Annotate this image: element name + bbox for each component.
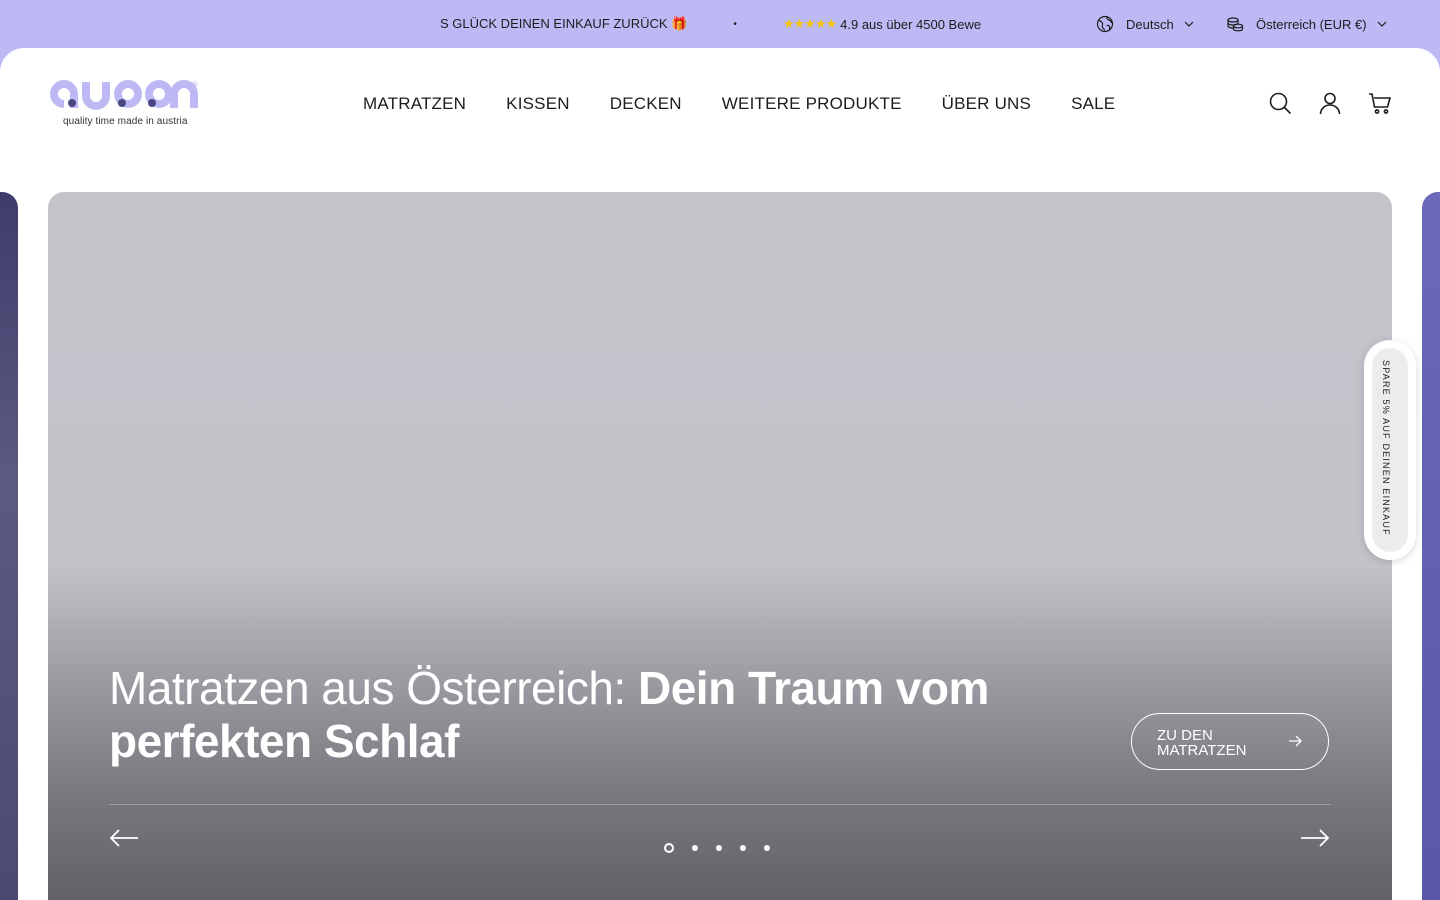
ticker-text-2: 4.9 aus über 4500 Bewe [840, 16, 982, 32]
hero-headline: Matratzen aus Österreich: Dein Traum vom… [109, 662, 1049, 768]
nav-item-sale[interactable]: SALE [1071, 94, 1115, 114]
arrow-right-icon [1289, 735, 1302, 747]
discount-side-tab[interactable]: SPARE 5% AUF DEINEN EINKAUF [1364, 340, 1416, 560]
main-panel: ® quality time made in austria MATRATZEN… [0, 48, 1440, 900]
site-header: ® quality time made in austria MATRATZEN… [0, 48, 1440, 160]
matratzen-cta-button[interactable]: ZU DEN MATRATZEN [1131, 713, 1329, 770]
ticker-separator: • [733, 18, 737, 30]
previous-slide-peek [0, 192, 18, 900]
brand-tagline: quality time made in austria [63, 116, 188, 127]
carousel-dot-4[interactable] [740, 845, 746, 851]
carousel-dot-2[interactable] [692, 845, 698, 851]
logo-wordmark-icon: ® [50, 80, 199, 110]
hero-slide: Matratzen aus Österreich: Dein Traum vom… [48, 192, 1392, 900]
next-slide-peek [1422, 192, 1440, 900]
discount-tab-inner: SPARE 5% AUF DEINEN EINKAUF [1372, 348, 1408, 552]
chevron-down-icon [1184, 21, 1194, 27]
carousel-dot-3[interactable] [716, 845, 722, 851]
nav-item-ueber-uns[interactable]: ÜBER UNS [942, 94, 1031, 114]
globe-icon [1096, 15, 1114, 33]
search-icon[interactable] [1268, 91, 1292, 115]
discount-tab-label: SPARE 5% AUF DEINEN EINKAUF [1381, 360, 1391, 536]
coins-icon [1226, 15, 1244, 33]
main-navigation: MATRATZEN KISSEN DECKEN WEITERE PRODUKTE… [363, 48, 1115, 160]
language-label: Deutsch [1126, 16, 1174, 32]
announcement-ticker: S GLÜCK DEINEN EINKAUF ZURÜCK 🎁 • ★★★★★ … [440, 0, 1000, 48]
country-selector[interactable]: Österreich (EUR €) [1226, 0, 1387, 48]
arrow-left-icon [109, 829, 138, 847]
rating-stars: ★★★★★ [782, 16, 837, 31]
carousel-prev-button[interactable] [109, 826, 139, 850]
nav-item-weitere-produkte[interactable]: WEITERE PRODUKTE [722, 94, 902, 114]
svg-text:®: ® [191, 80, 199, 89]
cart-icon[interactable] [1368, 91, 1392, 115]
carousel-pagination [664, 843, 788, 853]
ticker-text-1: S GLÜCK DEINEN EINKAUF ZURÜCK 🎁 [440, 16, 688, 31]
announcement-bar: S GLÜCK DEINEN EINKAUF ZURÜCK 🎁 • ★★★★★ … [0, 0, 1440, 48]
account-icon[interactable] [1318, 91, 1342, 115]
hero-headline-light: Matratzen aus Österreich: [109, 662, 638, 714]
chevron-down-icon [1377, 21, 1387, 27]
cta-label: ZU DEN MATRATZEN [1157, 727, 1247, 759]
nav-item-matratzen[interactable]: MATRATZEN [363, 94, 466, 114]
slide-divider [109, 804, 1331, 805]
language-selector[interactable]: Deutsch [1096, 0, 1194, 48]
nav-item-decken[interactable]: DECKEN [610, 94, 682, 114]
brand-logo[interactable]: ® quality time made in austria [48, 78, 200, 128]
arrow-right-icon [1301, 829, 1330, 847]
carousel-dot-1[interactable] [664, 843, 674, 853]
country-label: Österreich (EUR €) [1256, 16, 1367, 32]
nav-item-kissen[interactable]: KISSEN [506, 94, 570, 114]
header-actions [1242, 91, 1392, 115]
carousel-dot-5[interactable] [764, 845, 770, 851]
carousel-next-button[interactable] [1300, 826, 1330, 850]
